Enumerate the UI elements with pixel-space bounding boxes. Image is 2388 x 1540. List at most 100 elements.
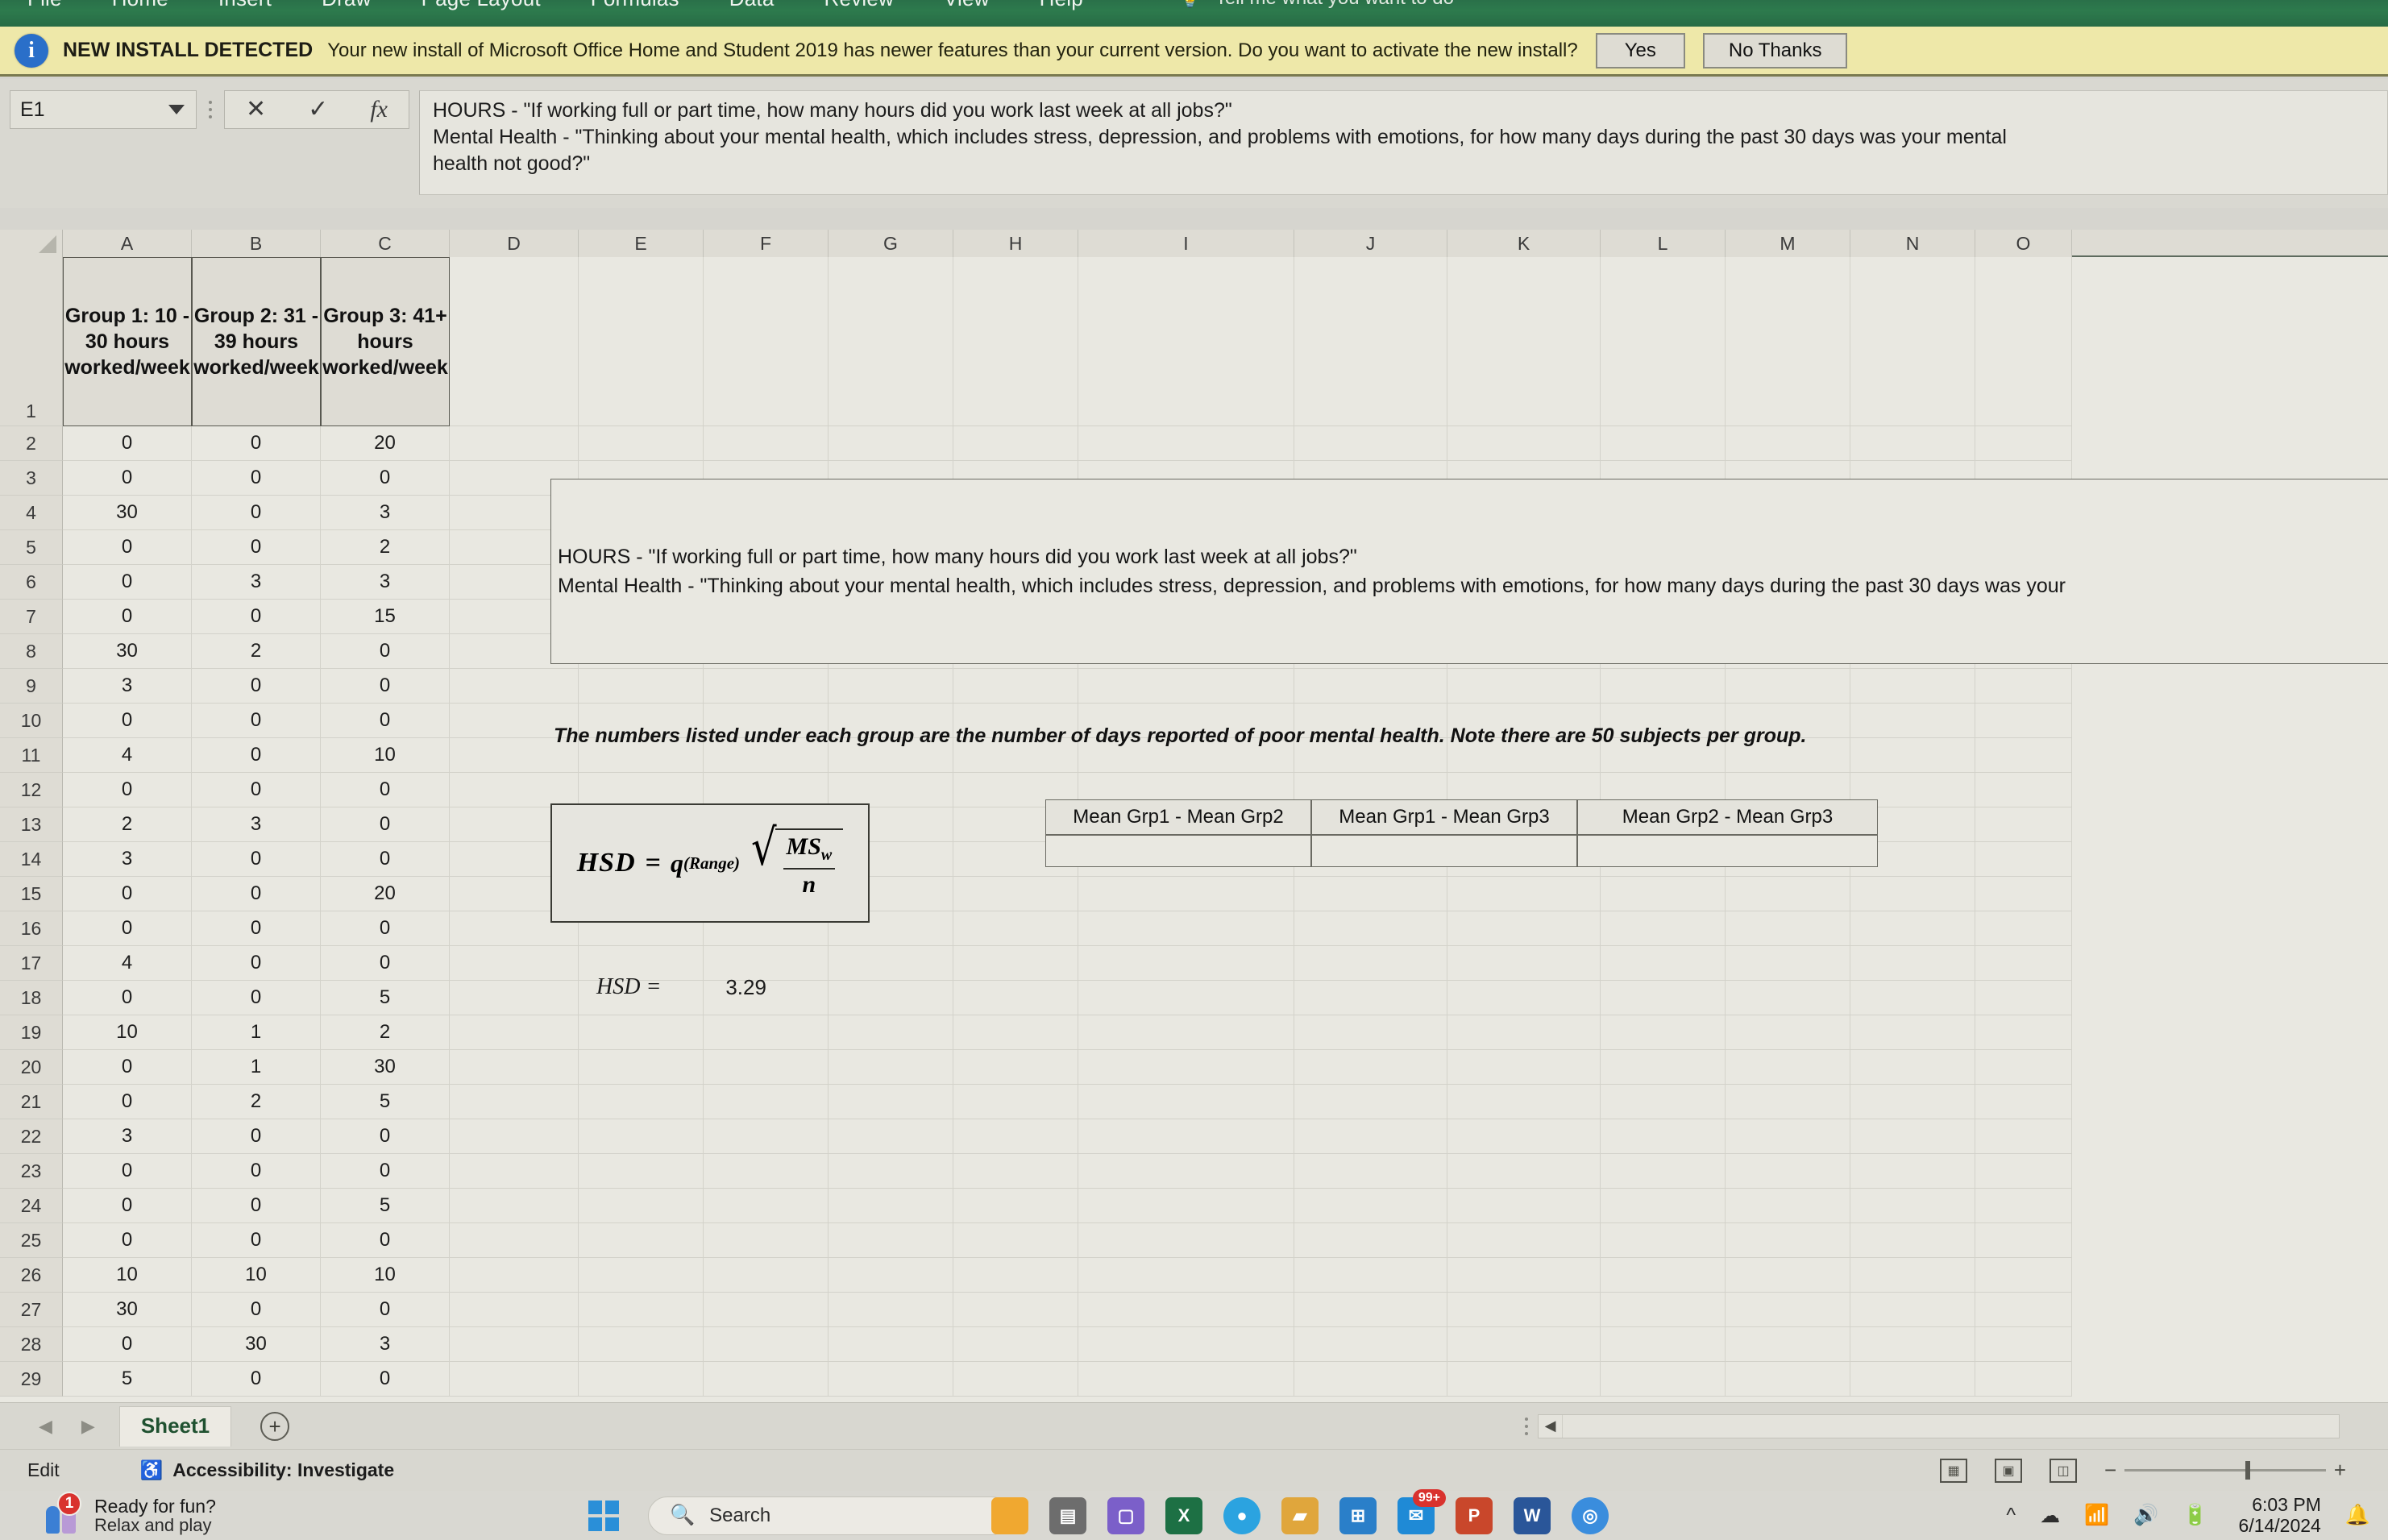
cell-O17[interactable] [1975,946,2072,981]
cell-M21[interactable] [1726,1085,1850,1119]
cell-C28[interactable]: 3 [321,1327,450,1362]
cell-O1[interactable] [1975,257,2072,426]
cell-I21[interactable] [1078,1085,1294,1119]
row-header-23[interactable]: 23 [0,1154,63,1189]
mean-table-value-3[interactable] [1577,835,1878,867]
cell-F27[interactable] [704,1293,829,1327]
cell-I25[interactable] [1078,1223,1294,1258]
cell-D18[interactable] [450,981,579,1015]
cell-G26[interactable] [829,1258,953,1293]
cell-E21[interactable] [579,1085,704,1119]
column-header-j[interactable]: J [1294,230,1447,257]
cell-G17[interactable] [829,946,953,981]
cell-D23[interactable] [450,1154,579,1189]
cell-J22[interactable] [1294,1119,1447,1154]
ribbon-tab-view[interactable]: View [944,0,990,9]
cell-B17[interactable]: 0 [192,946,321,981]
cell-O22[interactable] [1975,1119,2072,1154]
cell-L2[interactable] [1601,426,1726,461]
column-header-k[interactable]: K [1447,230,1601,257]
cell-L21[interactable] [1601,1085,1726,1119]
cell-H26[interactable] [953,1258,1078,1293]
cell-C11[interactable]: 10 [321,738,450,773]
sheet-next-icon[interactable]: ▶ [81,1416,95,1437]
cell-K17[interactable] [1447,946,1601,981]
cell-B19[interactable]: 1 [192,1015,321,1050]
cell-L18[interactable] [1601,981,1726,1015]
cell-A25[interactable]: 0 [63,1223,192,1258]
cell-A6[interactable]: 0 [63,565,192,600]
cell-D12[interactable] [450,773,579,807]
cell-B5[interactable]: 0 [192,530,321,565]
cell-A29[interactable]: 5 [63,1362,192,1397]
cell-G9[interactable] [829,669,953,704]
cell-B7[interactable]: 0 [192,600,321,634]
row-header-25[interactable]: 25 [0,1223,63,1258]
cell-M23[interactable] [1726,1154,1850,1189]
mean-table-value-2[interactable] [1311,835,1577,867]
cell-B1[interactable]: Group 2: 31 - 39 hours worked/week [192,257,321,426]
cell-K27[interactable] [1447,1293,1601,1327]
cell-L16[interactable] [1601,911,1726,946]
cell-K22[interactable] [1447,1119,1601,1154]
cell-O12[interactable] [1975,773,2072,807]
column-header-c[interactable]: C [321,230,450,257]
cell-J19[interactable] [1294,1015,1447,1050]
cell-H2[interactable] [953,426,1078,461]
cell-F24[interactable] [704,1189,829,1223]
cell-A22[interactable]: 3 [63,1119,192,1154]
cell-M27[interactable] [1726,1293,1850,1327]
cell-E20[interactable] [579,1050,704,1085]
cell-L17[interactable] [1601,946,1726,981]
cell-B12[interactable]: 0 [192,773,321,807]
cell-M15[interactable] [1726,877,1850,911]
row-header-11[interactable]: 11 [0,738,63,773]
cell-K21[interactable] [1447,1085,1601,1119]
ribbon-tab-draw[interactable]: Draw [322,0,371,9]
cell-E23[interactable] [579,1154,704,1189]
cell-H20[interactable] [953,1050,1078,1085]
row-header-9[interactable]: 9 [0,669,63,704]
cell-F20[interactable] [704,1050,829,1085]
chevron-down-icon[interactable] [168,105,185,114]
cell-J9[interactable] [1294,669,1447,704]
cell-J28[interactable] [1294,1327,1447,1362]
cell-K24[interactable] [1447,1189,1601,1223]
folder-icon[interactable]: ▰ [1281,1496,1319,1534]
insert-function-icon[interactable]: fx [370,98,388,122]
cell-D22[interactable] [450,1119,579,1154]
cell-H25[interactable] [953,1223,1078,1258]
cell-I15[interactable] [1078,877,1294,911]
cell-E24[interactable] [579,1189,704,1223]
cell-A4[interactable]: 30 [63,496,192,530]
cell-O13[interactable] [1975,807,2072,842]
ribbon-tab-file[interactable]: File [27,0,62,9]
cell-F25[interactable] [704,1223,829,1258]
cell-N19[interactable] [1850,1015,1975,1050]
cell-A17[interactable]: 4 [63,946,192,981]
cell-I22[interactable] [1078,1119,1294,1154]
cell-H24[interactable] [953,1189,1078,1223]
wifi-icon[interactable]: 📶 [2084,1504,2109,1527]
cell-J20[interactable] [1294,1050,1447,1085]
cell-N11[interactable] [1850,738,1975,773]
sheet-tab-sheet1[interactable]: Sheet1 [118,1405,232,1447]
cell-A5[interactable]: 0 [63,530,192,565]
cell-H29[interactable] [953,1362,1078,1397]
windows-logo-icon[interactable] [588,1500,619,1531]
cell-H9[interactable] [953,669,1078,704]
page-layout-icon[interactable]: ▣ [1995,1458,2022,1483]
cell-M17[interactable] [1726,946,1850,981]
widget-icon[interactable] [991,1496,1028,1534]
column-header-f[interactable]: F [704,230,829,257]
cell-A23[interactable]: 0 [63,1154,192,1189]
cell-H21[interactable] [953,1085,1078,1119]
cell-I19[interactable] [1078,1015,1294,1050]
cell-A2[interactable]: 0 [63,426,192,461]
cell-E19[interactable] [579,1015,704,1050]
cell-N28[interactable] [1850,1327,1975,1362]
chevron-up-icon[interactable]: ^ [2006,1504,2016,1527]
cell-M19[interactable] [1726,1015,1850,1050]
cell-A7[interactable]: 0 [63,600,192,634]
zoom-in-icon[interactable]: + [2334,1458,2346,1483]
